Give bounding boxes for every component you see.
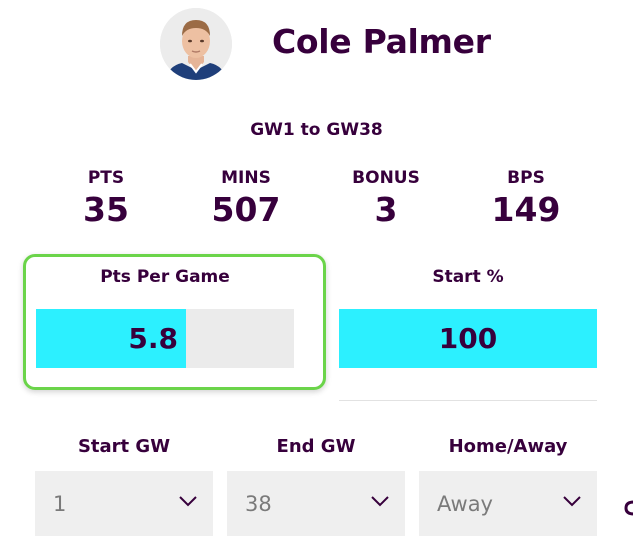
stat-label: BONUS <box>352 168 420 188</box>
pts-per-game-bar: 5.8 <box>36 309 294 368</box>
start-gw-select[interactable]: 1 <box>35 471 213 536</box>
pts-per-game-value: 5.8 <box>128 322 178 355</box>
stat-value: 35 <box>83 190 129 229</box>
player-headshot-icon <box>160 8 232 80</box>
start-gw-label: Start GW <box>77 436 171 457</box>
pts-per-game-label: Pts Per Game <box>100 267 230 287</box>
clipped-icon <box>624 498 633 518</box>
stat-pts: PTS 35 <box>36 168 176 229</box>
stat-bps: BPS 149 <box>456 168 596 229</box>
player-avatar <box>160 8 232 80</box>
start-gw-value: 1 <box>53 491 67 516</box>
end-gw-select[interactable]: 38 <box>227 471 405 536</box>
end-gw-value: 38 <box>245 491 272 516</box>
start-pct-value: 100 <box>438 322 498 355</box>
chevron-down-icon <box>371 496 389 507</box>
stat-label: PTS <box>87 168 125 188</box>
chevron-down-icon <box>179 496 197 507</box>
home-away-value: Away <box>437 491 493 516</box>
start-pct-bar: 100 <box>339 309 597 368</box>
stat-value: 507 <box>211 190 281 229</box>
start-pct-label: Start % <box>432 267 504 287</box>
home-away-label: Home/Away <box>448 436 568 457</box>
stat-bonus: BONUS 3 <box>316 168 456 229</box>
end-gw-label: End GW <box>276 436 356 457</box>
home-away-select[interactable]: Away <box>419 471 597 536</box>
stat-value: 149 <box>491 190 561 229</box>
player-name: Cole Palmer <box>272 22 491 61</box>
stat-label: BPS <box>507 168 545 188</box>
chevron-down-icon <box>563 496 581 507</box>
stat-value: 3 <box>374 190 398 229</box>
stat-label: MINS <box>221 168 271 188</box>
section-divider <box>339 400 597 401</box>
stat-mins: MINS 507 <box>176 168 316 229</box>
gameweek-range: GW1 to GW38 <box>250 120 383 140</box>
